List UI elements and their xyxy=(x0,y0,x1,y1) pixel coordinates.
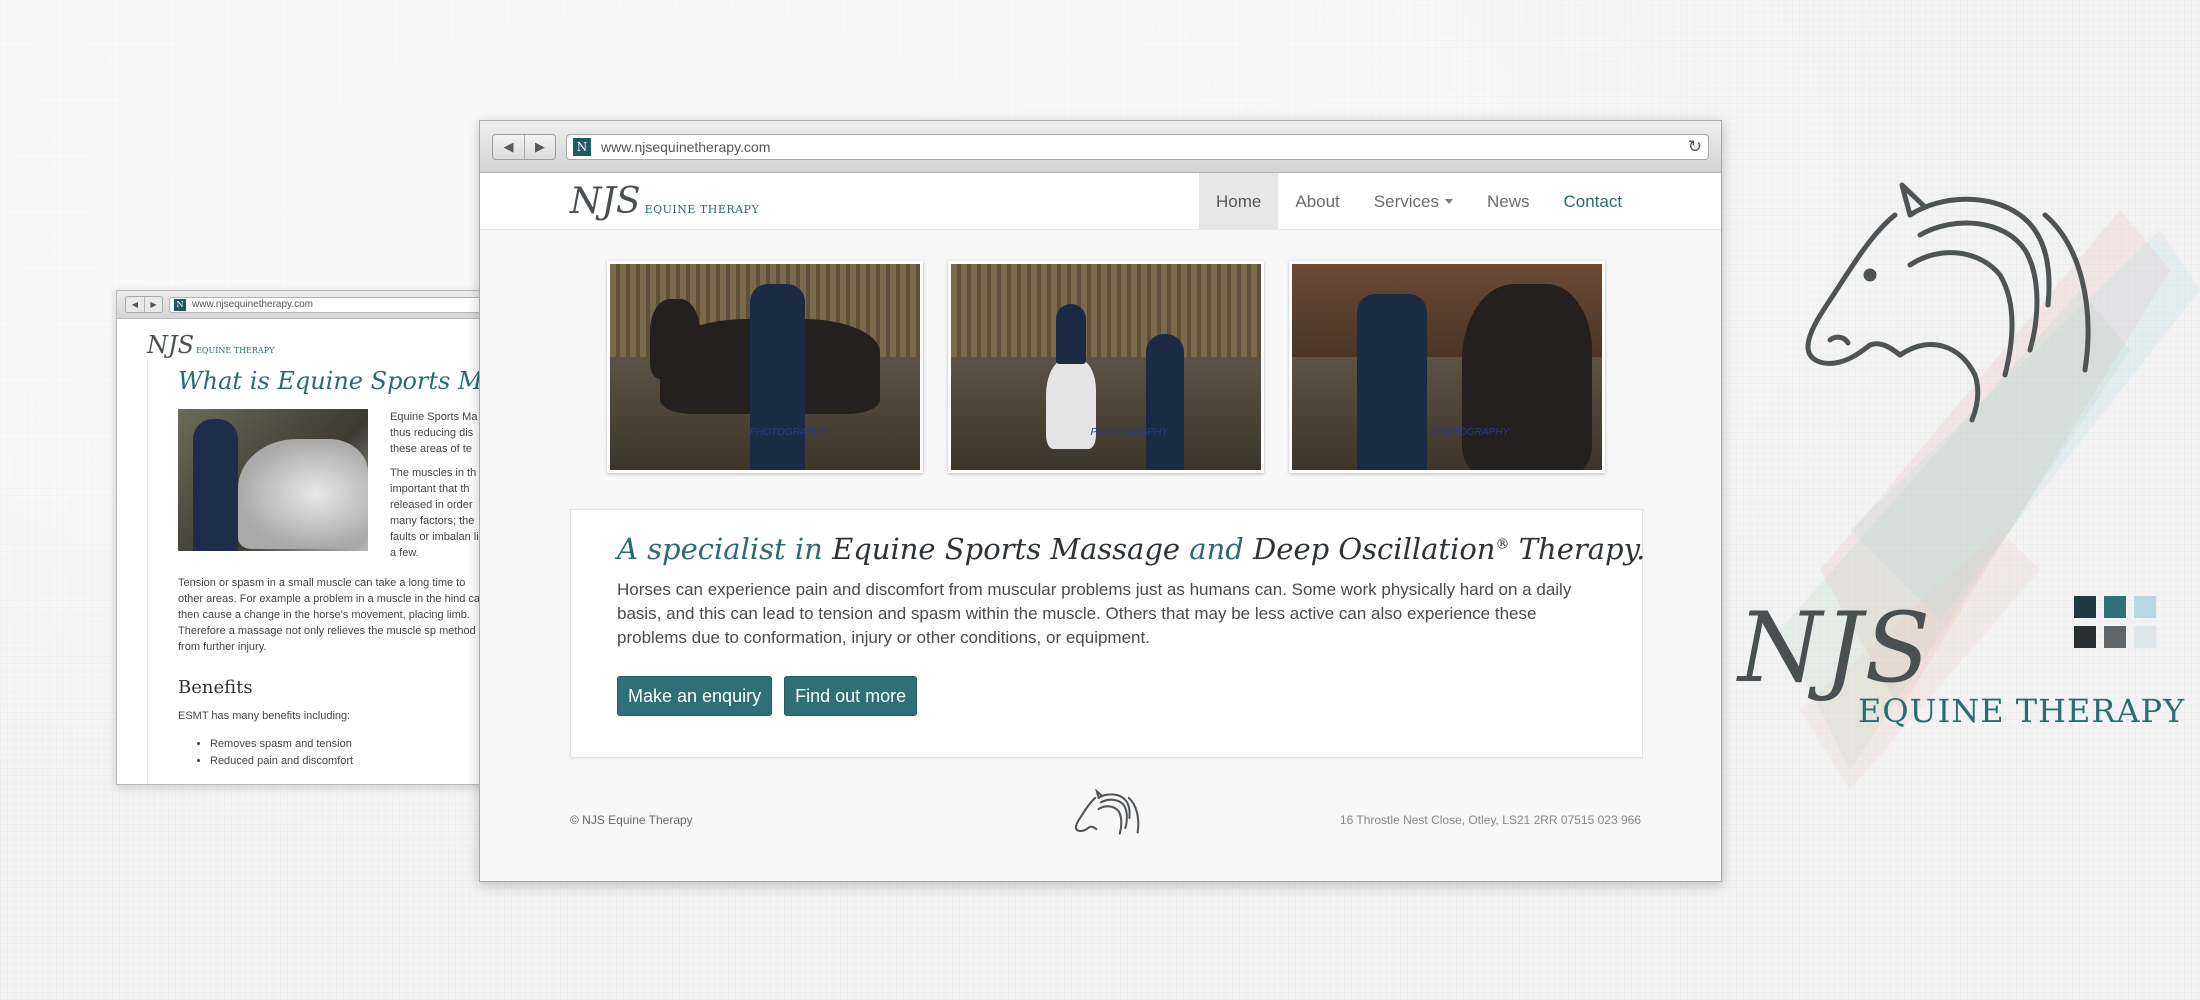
horse-logo-icon xyxy=(1805,182,2091,423)
intro-panel: A specialist in Equine Sports Massage an… xyxy=(570,509,1645,758)
nav-buttons: ◀ ▶ xyxy=(492,133,556,160)
address-text: www.njsequinetherapy.com xyxy=(192,299,313,310)
main-menu: Home About Services News Contact xyxy=(1199,173,1639,230)
article-heading: What is Equine Sports Mass xyxy=(178,367,496,395)
swatch xyxy=(2104,626,2126,648)
article-side-text: Equine Sports Ma thus reducing dis these… xyxy=(390,409,490,561)
photo-watermark: PHOTOGRAPHY xyxy=(1431,427,1510,438)
benefits-list: Removes spasm and tension Reduced pain a… xyxy=(178,736,495,770)
main-browser-window: ◀ ▶ N www.njsequinetherapy.com ↻ NJS EQUI… xyxy=(479,120,1722,882)
benefits-intro: ESMT has many benefits including: xyxy=(178,710,351,722)
background-browser-window: ◀ ▶ N www.njsequinetherapy.com NJS EQUINE… xyxy=(116,290,496,785)
menu-item-home[interactable]: Home xyxy=(1199,173,1279,230)
swatch xyxy=(2134,626,2156,648)
address-text: www.njsequinetherapy.com xyxy=(601,138,771,155)
title-part: Therapy. xyxy=(1509,532,1646,566)
reload-icon[interactable]: ↻ xyxy=(1688,137,1702,157)
list-item: Reduced pain and discomfort xyxy=(210,753,495,770)
address-bar[interactable]: N www.njsequinetherapy.com ↻ xyxy=(566,133,1709,160)
nav-buttons: ◀ ▶ xyxy=(125,296,163,313)
gallery-photo[interactable]: PHOTOGRAPHY xyxy=(1289,261,1605,473)
title-part: Equine Sports Massage xyxy=(832,532,1181,566)
side-paragraph: The muscles in th important that th rele… xyxy=(390,467,488,559)
registered-mark: ® xyxy=(1495,536,1510,553)
menu-item-contact[interactable]: Contact xyxy=(1547,173,1640,230)
back-arrow-icon[interactable]: ◀ xyxy=(493,134,524,159)
footer-address: 16 Throstle Nest Close, Otley, LS21 2RR … xyxy=(1339,813,1641,827)
footer-copyright: © NJS Equine Therapy xyxy=(570,813,693,827)
menu-label: Services xyxy=(1373,191,1439,211)
make-enquiry-button[interactable]: Make an enquiry xyxy=(617,676,773,716)
cta-buttons: Make an enquiry Find out more xyxy=(617,676,1596,716)
browser-toolbar: ◀ ▶ N www.njsequinetherapy.com xyxy=(117,291,495,319)
find-out-more-button[interactable]: Find out more xyxy=(784,676,918,716)
intro-title: A specialist in Equine Sports Massage an… xyxy=(617,532,1645,566)
menu-item-about[interactable]: About xyxy=(1278,173,1356,230)
logo-text: NJS xyxy=(147,331,195,359)
photo-gallery: PHOTOGRAPHY PHOTOGRAPHY PHOTOGRAPHY xyxy=(607,261,1605,473)
forward-arrow-icon[interactable]: ▶ xyxy=(524,134,555,159)
swatch xyxy=(2104,596,2126,618)
site-header: NJS EQUINE THERAPY Home About Services Ne… xyxy=(480,173,1721,230)
logo-text: NJS xyxy=(570,181,641,222)
title-part: Deep Oscillation xyxy=(1253,532,1496,566)
gallery-photo[interactable]: PHOTOGRAPHY xyxy=(607,261,923,473)
list-item: Removes spasm and tension xyxy=(210,736,495,753)
brand-title: NJS xyxy=(1738,592,1933,704)
favicon-icon: N xyxy=(573,137,591,156)
menu-item-news[interactable]: News xyxy=(1470,173,1547,230)
site-logo[interactable]: NJS EQUINE THERAPY xyxy=(147,331,274,359)
photo-watermark: PHOTOGRAPHY xyxy=(749,427,828,438)
benefits-heading: Benefits xyxy=(178,677,253,698)
forward-arrow-icon[interactable]: ▶ xyxy=(144,297,162,312)
logo-subtitle: EQUINE THERAPY xyxy=(196,346,275,355)
title-part: A specialist in xyxy=(617,532,833,566)
swatch xyxy=(2074,626,2096,648)
article-content: What is Equine Sports Mass Equine Sports… xyxy=(147,359,496,784)
swatch xyxy=(2074,596,2096,618)
photo-watermark: PHOTOGRAPHY xyxy=(1090,427,1169,438)
caret-down-icon xyxy=(1444,199,1453,204)
color-swatches xyxy=(2074,596,2156,648)
article-paragraph: Tension or spasm in a small muscle can t… xyxy=(178,577,487,653)
swatch xyxy=(2134,596,2156,618)
menu-item-services[interactable]: Services xyxy=(1357,173,1470,230)
intro-text: Horses can experience pain and discomfor… xyxy=(617,580,1572,647)
gallery-photo[interactable]: PHOTOGRAPHY xyxy=(948,261,1264,473)
title-part: and xyxy=(1180,532,1254,566)
footer-horse-icon xyxy=(1074,789,1140,835)
article-photo xyxy=(178,409,368,551)
favicon-icon: N xyxy=(174,298,186,311)
browser-toolbar: ◀ ▶ N www.njsequinetherapy.com ↻ xyxy=(480,121,1721,173)
brand-subtitle: EQUINE THERAPY xyxy=(1858,692,2186,730)
site-logo[interactable]: NJS EQUINE THERAPY xyxy=(570,181,759,222)
back-arrow-icon[interactable]: ◀ xyxy=(126,297,144,312)
address-bar[interactable]: N www.njsequinetherapy.com xyxy=(169,296,495,313)
logo-subtitle: EQUINE THERAPY xyxy=(644,203,760,216)
side-paragraph: Equine Sports Ma thus reducing dis these… xyxy=(390,411,478,455)
